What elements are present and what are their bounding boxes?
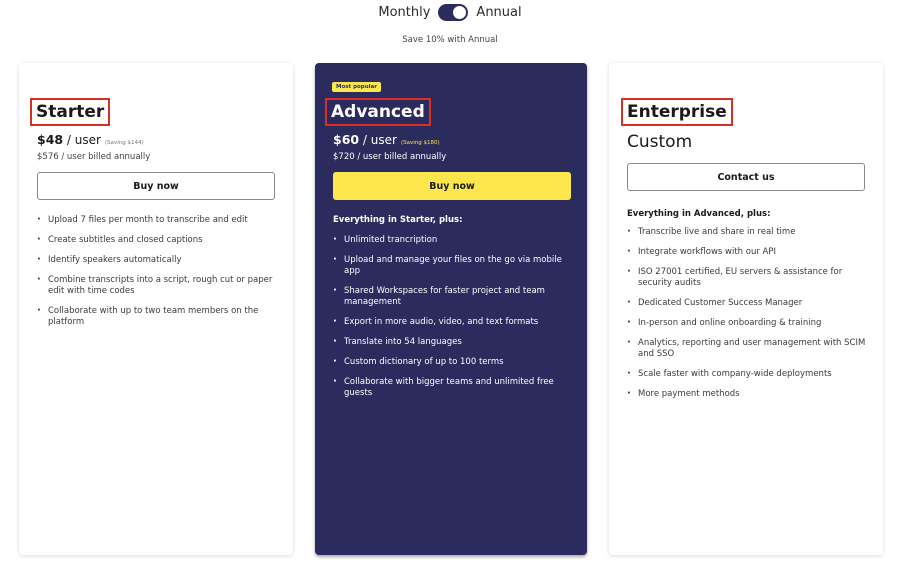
plan-card-starter: Starter $48 / user (Saving $144) $576 / u… (19, 63, 293, 555)
buy-now-button[interactable]: Buy now (333, 172, 571, 200)
feature-item: More payment methods (627, 388, 867, 400)
price-line: $48 / user (Saving $144) (37, 132, 144, 147)
most-popular-badge: Most popular (332, 82, 381, 92)
feature-item: Upload and manage your files on the go v… (333, 254, 573, 277)
feature-item: Combine transcripts into a script, rough… (37, 274, 277, 297)
feature-item: Custom dictionary of up to 100 terms (333, 356, 573, 368)
save-note: Save 10% with Annual (402, 35, 498, 45)
price-unit: / user (359, 133, 397, 147)
feature-list: Transcribe live and share in real time I… (627, 226, 867, 409)
plan-name: Starter (30, 98, 111, 126)
plan-card-advanced: Most popular Advanced $60 / user (Saving … (315, 63, 587, 555)
feature-item: In-person and online onboarding & traini… (627, 317, 867, 329)
saving-note: (Saving $180) (400, 140, 440, 146)
billing-period-toggle[interactable] (438, 4, 469, 21)
price-amount: $60 (333, 132, 360, 147)
saving-note: (Saving $144) (104, 140, 144, 146)
features-heading: Everything in Advanced, plus: (627, 209, 771, 219)
feature-item: Create subtitles and closed captions (37, 234, 277, 246)
feature-item: Export in more audio, video, and text fo… (333, 316, 573, 328)
feature-item: Unlimited trancription (333, 234, 573, 246)
price-unit: / user (63, 133, 101, 147)
feature-item: Upload 7 files per month to transcribe a… (37, 214, 277, 226)
feature-item: Integrate workflows with our API (627, 246, 867, 258)
feature-list: Unlimited trancription Upload and manage… (333, 234, 573, 408)
plan-card-enterprise: Enterprise Custom Contact us Everything … (609, 63, 883, 555)
annual-label[interactable]: Annual (476, 5, 521, 20)
plan-name: Advanced (325, 98, 431, 126)
feature-list: Upload 7 files per month to transcribe a… (37, 214, 277, 337)
feature-item: Transcribe live and share in real time (627, 226, 867, 238)
billing-toggle-row: Monthly Annual (0, 4, 900, 21)
price-amount: $48 (37, 132, 64, 147)
billed-note: $576 / user billed annually (37, 152, 151, 162)
feature-item: Shared Workspaces for faster project and… (333, 285, 573, 308)
feature-item: Dedicated Customer Success Manager (627, 297, 867, 309)
toggle-knob (453, 6, 467, 19)
plan-name: Enterprise (621, 98, 733, 126)
billed-note: $720 / user billed annually (333, 152, 447, 162)
feature-item: Analytics, reporting and user management… (627, 337, 867, 360)
custom-price: Custom (627, 132, 693, 152)
contact-us-button[interactable]: Contact us (627, 163, 865, 191)
feature-item: Translate into 54 languages (333, 336, 573, 348)
features-heading: Everything in Starter, plus: (333, 215, 463, 225)
monthly-label[interactable]: Monthly (378, 5, 430, 20)
price-line: $60 / user (Saving $180) (333, 132, 440, 147)
buy-now-button[interactable]: Buy now (37, 172, 275, 200)
feature-item: Collaborate with bigger teams and unlimi… (333, 376, 573, 399)
feature-item: Identify speakers automatically (37, 254, 277, 266)
feature-item: Collaborate with up to two team members … (37, 305, 277, 328)
feature-item: ISO 27001 certified, EU servers & assist… (627, 266, 867, 289)
feature-item: Scale faster with company-wide deploymen… (627, 368, 867, 380)
